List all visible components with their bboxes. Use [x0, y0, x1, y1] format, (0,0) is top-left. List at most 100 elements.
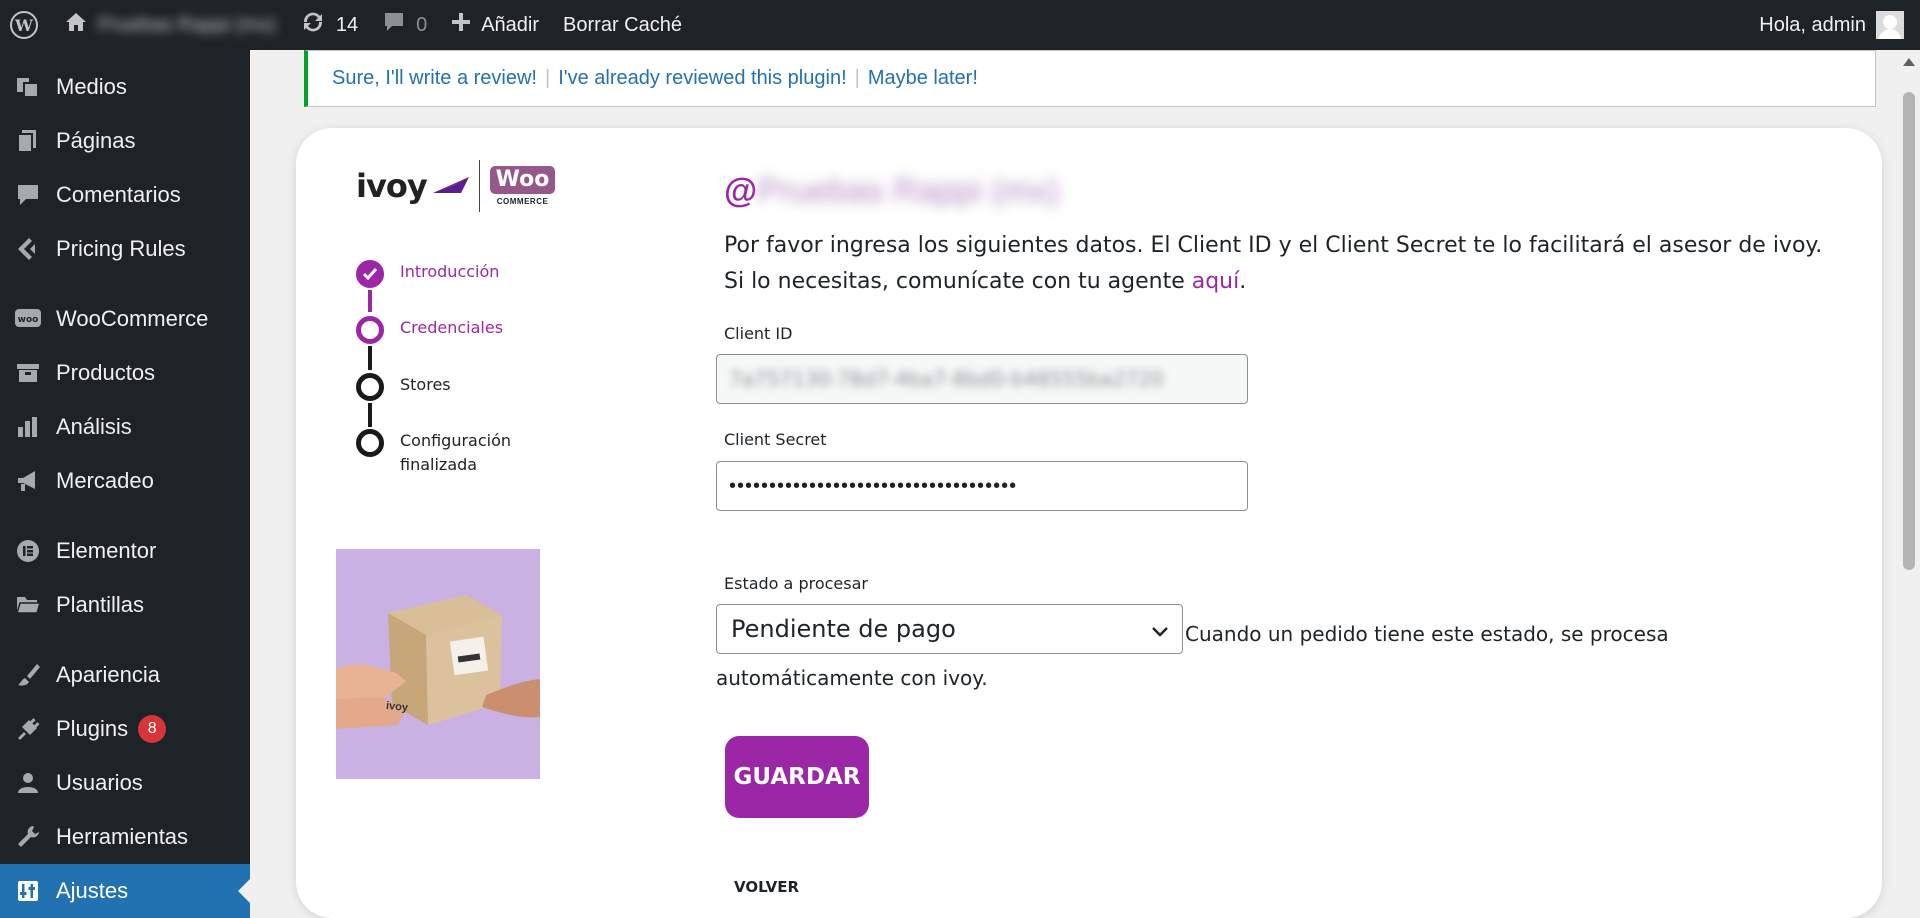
plugins-update-badge: 8: [138, 715, 167, 743]
sidebar-item-herramientas[interactable]: Herramientas: [0, 810, 250, 864]
sidebar-item-ajustes[interactable]: Ajustes: [0, 864, 250, 918]
estado-selected-value: Pendiente de pago: [731, 615, 956, 643]
sidebar-item-label: Mercadeo: [56, 468, 154, 493]
sidebar-item-paginas[interactable]: Páginas: [0, 114, 250, 168]
contact-agent-link[interactable]: aquí: [1192, 269, 1240, 294]
sidebar-item-label: Plugins: [56, 716, 129, 741]
pricing-rules-icon: [12, 233, 44, 265]
sidebar-item-label: Páginas: [56, 128, 136, 153]
sidebar-item-label: Medios: [56, 74, 127, 99]
clear-cache-link[interactable]: Borrar Caché: [551, 0, 694, 50]
sidebar-item-comentarios[interactable]: Comentarios: [0, 168, 250, 222]
sidebar-item-pricing-rules[interactable]: Pricing Rules: [0, 222, 250, 276]
sidebar-item-label: Usuarios: [56, 770, 143, 795]
sidebar-item-elementor[interactable]: Elementor: [0, 524, 250, 578]
add-new-label: Añadir: [481, 13, 540, 36]
woo-commerce-text: COMMERCE: [496, 197, 549, 206]
step-pending-dot: [356, 429, 384, 457]
woo-bubble: Woo: [489, 166, 556, 194]
site-name: Pruebas Rappi (mx): [98, 13, 276, 36]
write-review-link[interactable]: Sure, I'll write a review!: [332, 67, 537, 90]
client-id-input[interactable]: 7a757130-78d7-4ba7-8bd0-b48555ba2720: [716, 354, 1248, 404]
analytics-icon: [12, 411, 44, 443]
step-credenciales: Credenciales: [356, 316, 503, 344]
scroll-up-arrow-icon[interactable]: [1903, 58, 1915, 66]
step-label: Stores: [400, 375, 451, 394]
intro-end: .: [1239, 269, 1247, 294]
my-account-link[interactable]: Hola, admin: [1747, 0, 1920, 50]
sidebar-top-pad: [0, 50, 250, 60]
sidebar-item-label: Elementor: [56, 538, 157, 563]
handle-name: Pruebas Rappi (mx): [757, 172, 1060, 210]
svg-text:woo: woo: [18, 315, 39, 325]
add-new-link[interactable]: Añadir: [439, 0, 551, 50]
sidebar-item-woocommerce[interactable]: woo WooCommerce: [0, 292, 250, 346]
step-label: Introducción: [400, 262, 500, 281]
checkmark-icon: [356, 260, 384, 288]
wrench-icon: [12, 821, 44, 853]
page-scrollbar[interactable]: [1898, 50, 1920, 902]
scrollbar-thumb[interactable]: [1903, 92, 1915, 570]
sidebar-item-label: Apariencia: [56, 662, 160, 687]
notice-separator: |: [545, 67, 551, 89]
step-pending-dot: [356, 373, 384, 401]
estado-label: Estado a procesar: [724, 574, 868, 593]
estado-select[interactable]: Pendiente de pago: [716, 604, 1183, 654]
users-icon: [12, 767, 44, 799]
sidebar-item-usuarios[interactable]: Usuarios: [0, 756, 250, 810]
comments-link[interactable]: 0: [370, 0, 439, 50]
admin-sidebar: Medios Páginas Comentarios Pricing Rules…: [0, 50, 250, 918]
sidebar-item-mercadeo[interactable]: Mercadeo: [0, 454, 250, 508]
already-reviewed-link[interactable]: I've already reviewed this plugin!: [558, 67, 846, 90]
wordpress-logo-icon[interactable]: W: [0, 0, 52, 50]
folder-icon: [12, 589, 44, 621]
sidebar-item-apariencia[interactable]: Apariencia: [0, 648, 250, 702]
client-secret-input[interactable]: ••••••••••••••••••••••••••••••••••••: [716, 461, 1248, 511]
media-icon: [12, 71, 44, 103]
intro-text: Por favor ingresa los siguientes datos. …: [724, 233, 1823, 294]
client-id-value: 7a757130-78d7-4ba7-8bd0-b48555ba2720: [729, 367, 1164, 391]
sidebar-item-productos[interactable]: Productos: [0, 346, 250, 400]
back-link[interactable]: VOLVER: [734, 878, 799, 896]
sidebar-item-plantillas[interactable]: Plantillas: [0, 578, 250, 632]
save-button[interactable]: GUARDAR: [725, 736, 869, 818]
sidebar-item-label: Análisis: [56, 414, 132, 439]
menu-separator: [0, 276, 250, 292]
step-connector: [368, 346, 372, 370]
sidebar-item-label: Ajustes: [56, 878, 129, 903]
sidebar-item-label: Pricing Rules: [56, 236, 186, 261]
step-configuracion: Configuración finalizada: [356, 429, 530, 477]
clear-cache-label: Borrar Caché: [563, 13, 682, 36]
updates-count: 14: [335, 13, 359, 36]
sidebar-item-label: Comentarios: [56, 182, 181, 207]
sidebar-item-label: Productos: [56, 360, 156, 385]
comment-bubble-icon: [382, 11, 406, 39]
plugin-icon: [12, 713, 44, 745]
updates-link[interactable]: 14: [288, 0, 370, 50]
box-brand-label: ivoy: [385, 699, 409, 715]
maybe-later-link[interactable]: Maybe later!: [868, 67, 978, 90]
handle-prefix: @: [724, 172, 758, 210]
step-connector: [368, 290, 372, 312]
woocommerce-logo: Woo COMMERCE: [489, 166, 556, 206]
plus-icon: [451, 12, 471, 38]
account-handle: @Pruebas Rappi (mx): [724, 172, 1060, 211]
step-introduccion: Introducción: [356, 260, 499, 288]
sidebar-item-analisis[interactable]: Análisis: [0, 400, 250, 454]
comments-count: 0: [416, 13, 428, 36]
sidebar-item-medios[interactable]: Medios: [0, 60, 250, 114]
admin-bar: W Pruebas Rappi (mx) 14 0 Añadir Borrar …: [0, 0, 1920, 50]
client-id-label: Client ID: [724, 324, 793, 343]
sidebar-item-plugins[interactable]: Plugins 8: [0, 702, 250, 756]
ivoy-woocommerce-logo: ivoy Woo COMMERCE: [356, 160, 556, 212]
review-notice: Sure, I'll write a review! | I've alread…: [304, 50, 1876, 107]
svg-text:W: W: [14, 16, 34, 35]
menu-separator: [0, 508, 250, 524]
avatar: [1876, 11, 1904, 39]
logo-divider: [478, 160, 480, 212]
site-name-link[interactable]: Pruebas Rappi (mx): [52, 0, 288, 50]
package-delivery-illustration: ivoy: [336, 549, 540, 779]
step-active-dot: [356, 316, 384, 344]
greeting-label: Hola, admin: [1759, 13, 1866, 36]
updates-icon: [300, 10, 326, 40]
